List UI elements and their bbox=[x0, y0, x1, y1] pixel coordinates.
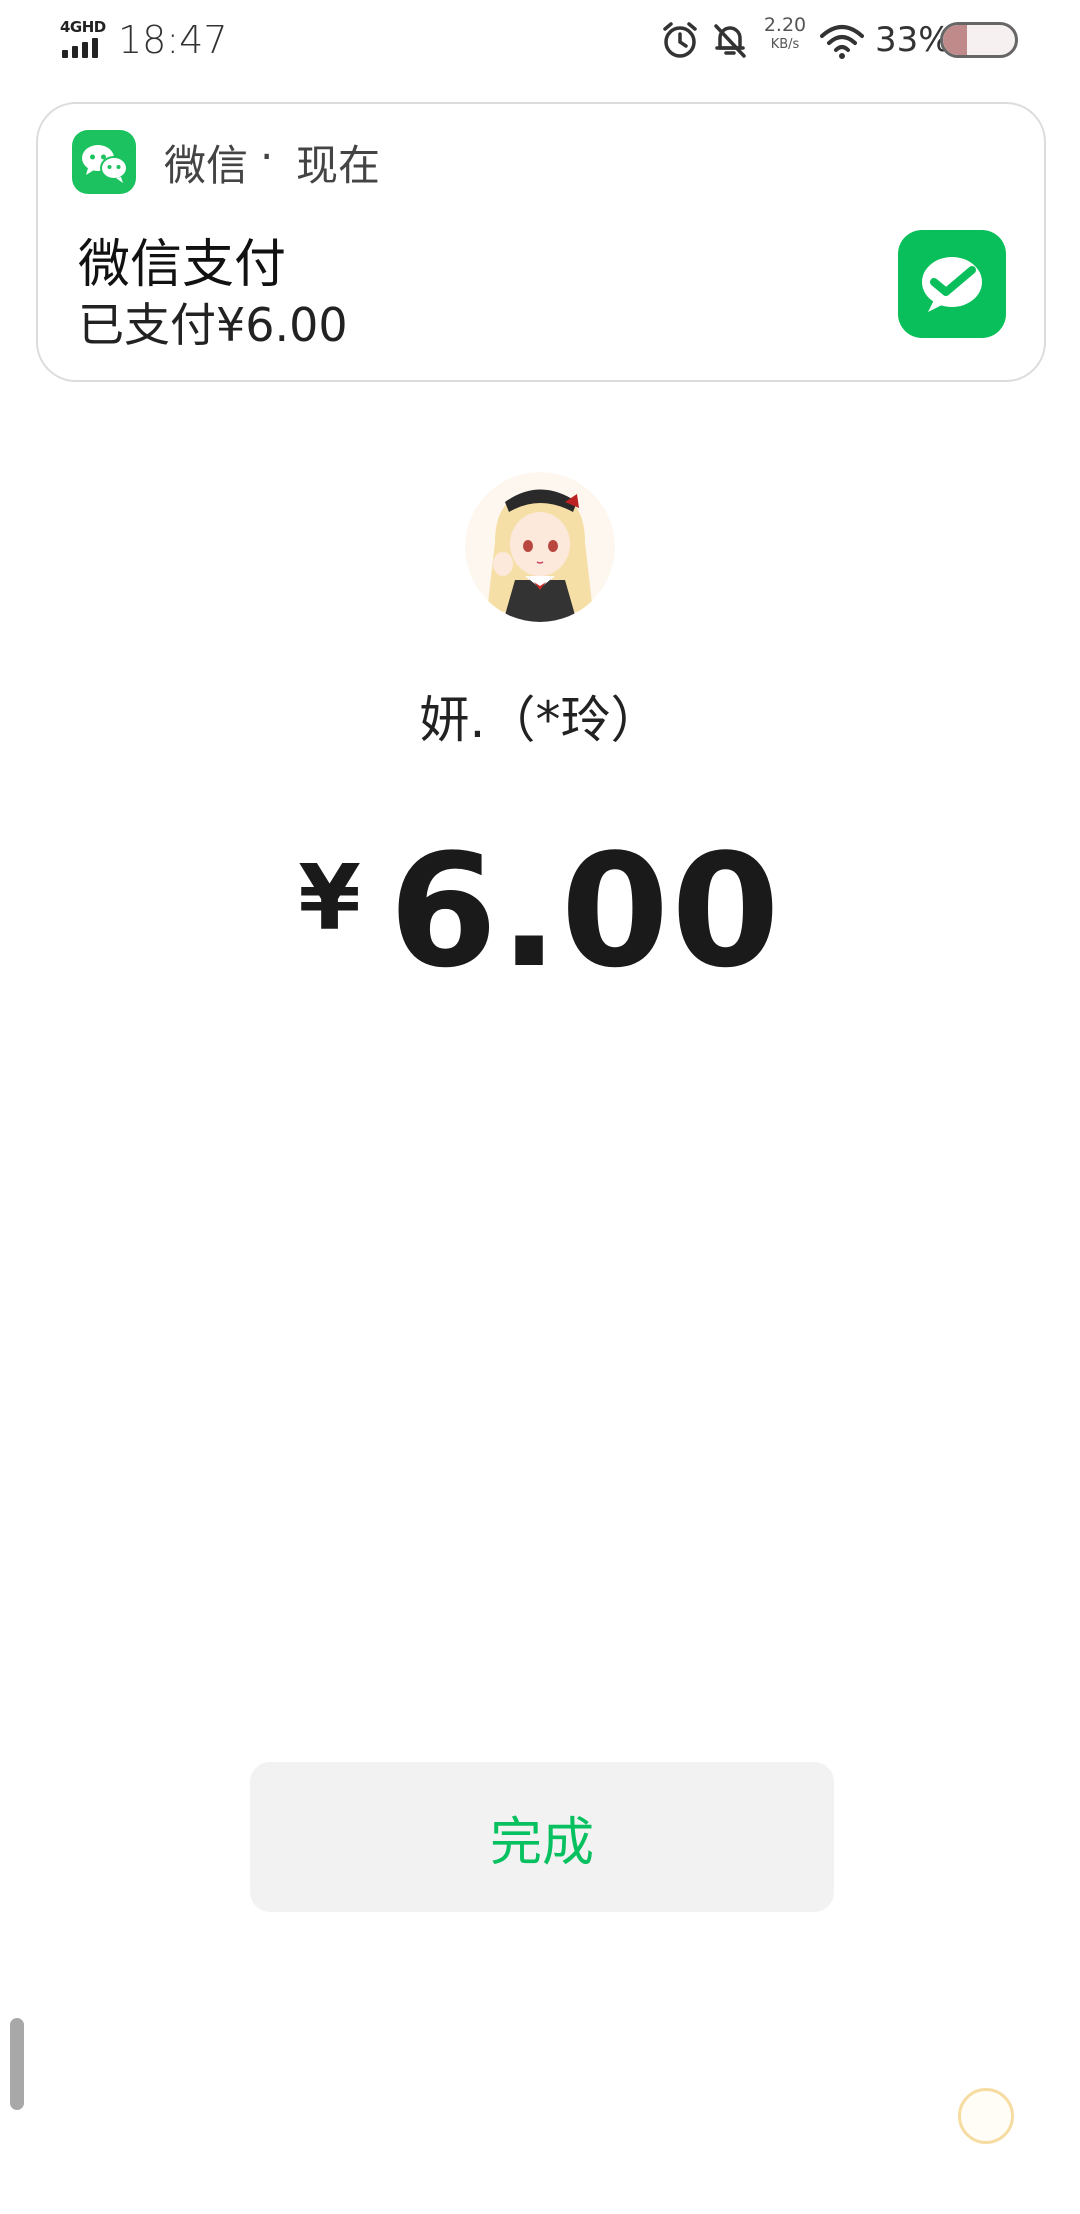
notification-title: 微信支付 bbox=[78, 235, 287, 295]
wechat-icon bbox=[72, 130, 136, 194]
battery-icon bbox=[940, 22, 1018, 58]
battery-fill bbox=[943, 25, 967, 55]
amount-value: 6.00 bbox=[388, 820, 782, 1002]
network-speed: 2.20 KB/s bbox=[763, 14, 807, 52]
signal-icon: 4GHD bbox=[60, 18, 108, 62]
notification-app-name: 微信 bbox=[164, 141, 249, 190]
payment-notification[interactable]: 微信 · 现在 微信支付 已支付¥6.00 bbox=[36, 102, 1046, 382]
payee-name: 妍.（*玲） bbox=[419, 691, 661, 749]
wechat-pay-icon bbox=[898, 230, 1006, 338]
wifi-icon bbox=[820, 25, 864, 59]
notification-separator: · bbox=[260, 132, 274, 181]
notification-time: 现在 bbox=[296, 141, 381, 190]
side-gesture-handle[interactable] bbox=[10, 2018, 24, 2110]
payee-avatar bbox=[465, 472, 615, 622]
alarm-icon bbox=[663, 22, 697, 58]
bell-off-icon bbox=[714, 24, 746, 58]
notification-body: 已支付¥6.00 bbox=[78, 298, 348, 352]
status-bar: 4GHD 18:47 2.20 KB/s 33% bbox=[0, 0, 1080, 80]
currency-symbol: ¥ bbox=[298, 846, 361, 951]
payment-amount: ¥6.00 bbox=[0, 820, 1080, 1002]
done-button[interactable]: 完成 bbox=[250, 1762, 834, 1912]
status-time: 18:47 bbox=[118, 18, 228, 62]
network-type: 4GHD bbox=[60, 18, 106, 36]
floating-ball-button[interactable] bbox=[958, 2088, 1014, 2144]
